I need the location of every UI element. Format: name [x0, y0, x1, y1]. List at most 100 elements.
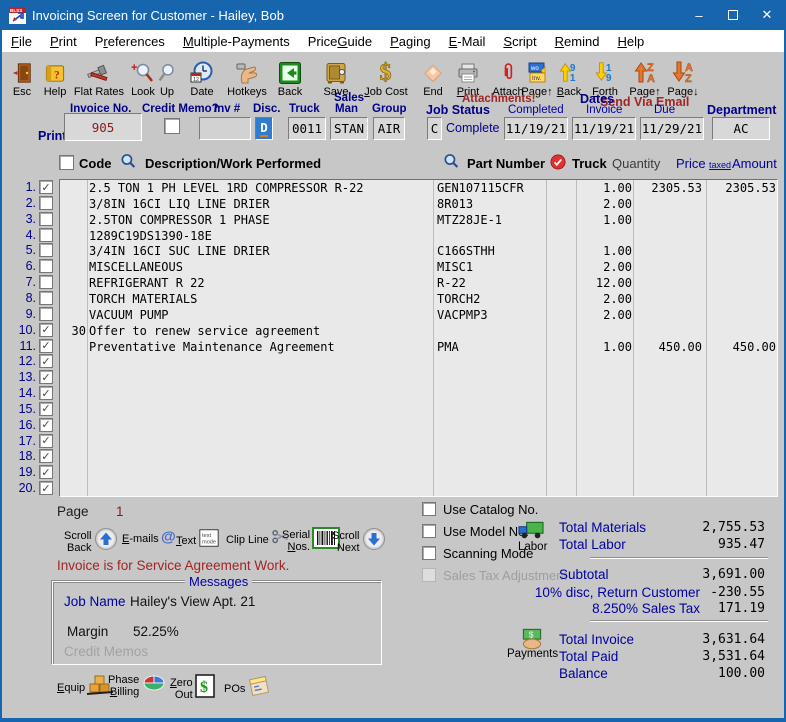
date-completed-field[interactable]: 11/19/21: [504, 117, 568, 140]
table-row[interactable]: MISCELLANEOUS MISC1 2.00: [60, 259, 777, 275]
cell-quantity[interactable]: 12.00: [578, 276, 632, 290]
salesman-field[interactable]: STAN: [330, 117, 368, 140]
table-row[interactable]: [60, 465, 777, 481]
zero-out-button[interactable]: ZeroOut$: [170, 673, 216, 704]
table-row[interactable]: Preventative Maintenance AgreementPMA1.0…: [60, 339, 777, 355]
menu-e-mail[interactable]: E-Mail: [440, 34, 495, 49]
row-print-checkbox[interactable]: ✓: [39, 180, 53, 194]
menu-print[interactable]: Print: [41, 34, 86, 49]
row-print-checkbox[interactable]: ✓: [39, 339, 53, 353]
cell-part-number[interactable]: TORCH2: [437, 292, 480, 306]
pos-button[interactable]: POs: [224, 673, 272, 704]
table-row[interactable]: 2.5 TON 1 PH LEVEL 1RD COMPRESSOR R-22 GE…: [60, 180, 777, 196]
menu-preferences[interactable]: Preferences: [86, 34, 174, 49]
cell-description[interactable]: 3/4IN 16CI SUC LINE DRIER: [89, 244, 270, 258]
date-invoice-field[interactable]: 11/19/21: [572, 117, 636, 140]
cell-part-number[interactable]: C166STHH: [437, 244, 495, 258]
date-due-field[interactable]: 11/29/21: [640, 117, 704, 140]
credit-memo-checkbox[interactable]: [164, 118, 180, 134]
cell-description[interactable]: 3/8IN 16CI LIQ LINE DRIER: [89, 197, 270, 211]
toolbar-up-button[interactable]: Up: [152, 54, 182, 98]
cell-quantity[interactable]: 2.00: [578, 292, 632, 306]
cell-price[interactable]: 450.00: [636, 340, 702, 354]
table-row[interactable]: 2.5TON COMPRESSOR 1 PHASE MTZ28JE-1 1.00: [60, 212, 777, 228]
cell-description[interactable]: TORCH MATERIALS: [89, 292, 197, 306]
cell-description[interactable]: VACUUM PUMP: [89, 308, 168, 322]
row-print-checkbox[interactable]: ✓: [39, 370, 53, 384]
use-model-checkbox[interactable]: [422, 524, 436, 538]
row-print-checkbox[interactable]: [39, 243, 53, 257]
credit-memos-label[interactable]: Credit Memos: [64, 644, 148, 659]
cell-description[interactable]: Preventative Maintenance Agreement: [89, 340, 335, 354]
menu-file[interactable]: File: [2, 34, 41, 49]
row-print-checkbox[interactable]: ✓: [39, 434, 53, 448]
row-print-checkbox[interactable]: [39, 196, 53, 210]
toolbar-page-up-invoice-button[interactable]: woInv.Page↑: [518, 54, 556, 98]
table-row[interactable]: 3/4IN 16CI SUC LINE DRIER C166STHH 1.00: [60, 243, 777, 259]
menu-paging[interactable]: Paging: [381, 34, 439, 49]
menu-help[interactable]: Help: [608, 34, 653, 49]
cell-quantity[interactable]: 1.00: [578, 340, 632, 354]
scroll-next-button[interactable]: ScrollNext: [332, 527, 386, 556]
cell-description[interactable]: MISCELLANEOUS: [89, 260, 183, 274]
toolbar-back-nav-button[interactable]: Back: [272, 54, 308, 98]
table-row[interactable]: [60, 434, 777, 450]
row-print-checkbox[interactable]: ✓: [39, 465, 53, 479]
cell-part-number[interactable]: GEN107115CFR: [437, 181, 524, 195]
cell-quantity[interactable]: 1.00: [578, 213, 632, 227]
truck-check-icon[interactable]: [549, 153, 567, 176]
truck-field[interactable]: 0011: [288, 117, 326, 140]
department-field[interactable]: AC: [712, 117, 770, 140]
use-catalog-checkbox[interactable]: [422, 502, 436, 516]
table-row[interactable]: [60, 354, 777, 370]
close-button[interactable]: ✕: [750, 0, 784, 30]
toolbar-job-cost-button[interactable]: $Job Cost: [360, 54, 412, 98]
text-button[interactable]: Texttextmode: [176, 527, 220, 554]
menu-remind[interactable]: Remind: [546, 34, 609, 49]
cell-description[interactable]: 2.5 TON 1 PH LEVEL 1RD COMPRESSOR R-22: [89, 181, 364, 195]
row-print-checkbox[interactable]: ✓: [39, 402, 53, 416]
table-row[interactable]: [60, 370, 777, 386]
scroll-back-button[interactable]: ScrollBack: [64, 527, 118, 556]
row-print-checkbox[interactable]: ✓: [39, 481, 53, 495]
row-print-checkbox[interactable]: [39, 228, 53, 242]
cell-part-number[interactable]: 8R013: [437, 197, 473, 211]
row-print-checkbox[interactable]: [39, 291, 53, 305]
toolbar-print-button[interactable]: Print: [450, 54, 486, 98]
table-row[interactable]: 30Offer to renew service agreement: [60, 323, 777, 339]
maximize-button[interactable]: [716, 0, 750, 30]
table-row[interactable]: [60, 449, 777, 465]
table-row[interactable]: 3/8IN 16CI LIQ LINE DRIER8R0132.00: [60, 196, 777, 212]
table-row[interactable]: VACUUM PUMPVACPMP32.00: [60, 307, 777, 323]
table-row[interactable]: [60, 386, 777, 402]
price-taxed-header[interactable]: taxed: [709, 160, 731, 170]
cell-part-number[interactable]: MISC1: [437, 260, 473, 274]
row-print-checkbox[interactable]: [39, 275, 53, 289]
select-all-checkbox[interactable]: [59, 155, 74, 170]
cell-quantity[interactable]: 2.00: [578, 308, 632, 322]
group-field[interactable]: AIR: [373, 117, 405, 140]
cell-part-number[interactable]: MTZ28JE-1: [437, 213, 502, 227]
menu-priceguide[interactable]: PriceGuide: [299, 34, 381, 49]
table-row[interactable]: [60, 402, 777, 418]
toolbar-hotkeys-button[interactable]: Hotkeys: [224, 54, 270, 98]
toolbar-page-up-za-button[interactable]: ZAPage↑: [626, 54, 664, 98]
row-print-checkbox[interactable]: ✓: [39, 449, 53, 463]
table-row[interactable]: REFRIGERANT R 22R-2212.00: [60, 275, 777, 291]
disc-field[interactable]: D: [255, 117, 273, 140]
row-print-checkbox[interactable]: ✓: [39, 386, 53, 400]
cell-quantity[interactable]: 2.00: [578, 260, 632, 274]
minimize-button[interactable]: –: [682, 0, 716, 30]
row-print-checkbox[interactable]: [39, 259, 53, 273]
toolbar-end-button[interactable]: End: [415, 54, 451, 98]
menu-script[interactable]: Script: [494, 34, 545, 49]
cell-description[interactable]: 1289C19DS1390-18E: [89, 229, 212, 243]
row-print-checkbox[interactable]: ✓: [39, 418, 53, 432]
cell-quantity[interactable]: 1.00: [578, 244, 632, 258]
row-print-checkbox[interactable]: ✓: [39, 354, 53, 368]
cell-description[interactable]: 2.5TON COMPRESSOR 1 PHASE: [89, 213, 270, 227]
table-row[interactable]: TORCH MATERIALS TORCH2 2.00: [60, 291, 777, 307]
toolbar-esc-button[interactable]: Esc: [6, 54, 38, 98]
equip-button[interactable]: Equip: [57, 673, 114, 702]
cell-part-number[interactable]: R-22: [437, 276, 466, 290]
